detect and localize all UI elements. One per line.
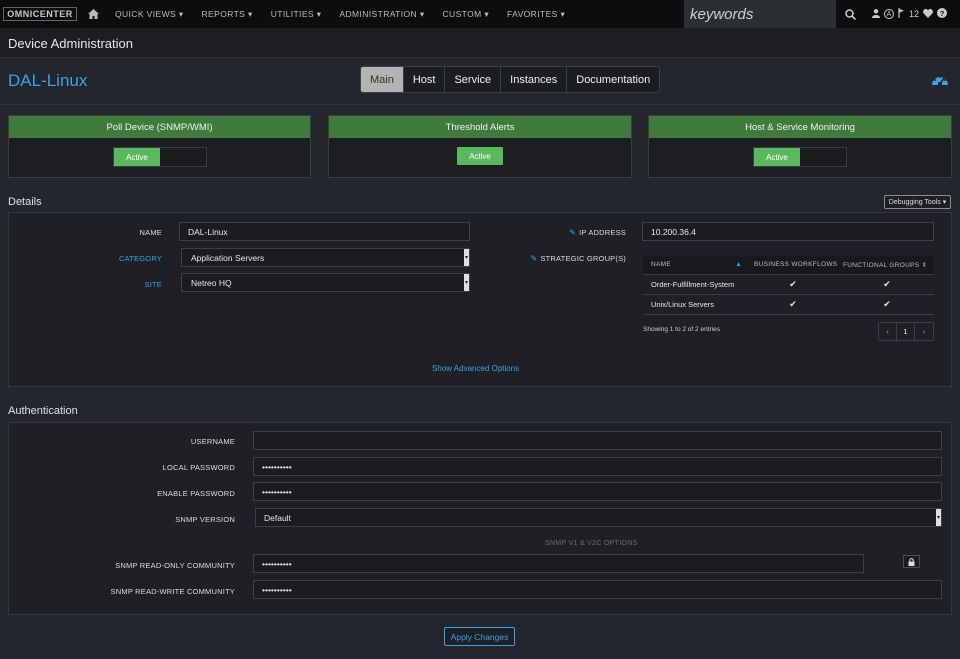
local-password-field[interactable]: •••••••••• [253, 457, 942, 476]
nav-reports[interactable]: REPORTS ▾ [193, 9, 262, 20]
check-icon: ✔ [746, 274, 840, 295]
threshold-alerts-state: Active [457, 147, 503, 165]
user-icon[interactable] [872, 8, 880, 20]
chevron-down-icon: ▾ [936, 509, 941, 526]
device-name-title: DAL-Linux [8, 71, 88, 90]
strategic-groups-label[interactable]: ✎ STRATEGIC GROUP(S) [520, 254, 626, 263]
threshold-alerts-panel: Threshold Alerts Active [328, 115, 632, 178]
pagination-next[interactable]: › [915, 323, 933, 340]
home-icon[interactable] [80, 9, 106, 19]
edit-icon[interactable]: ✎ [569, 228, 576, 237]
username-field[interactable] [253, 431, 942, 450]
lock-icon[interactable] [903, 555, 920, 568]
snmp-version-value: Default [264, 512, 291, 523]
tab-documentation[interactable]: Documentation [567, 67, 660, 92]
show-advanced-options-link[interactable]: Show Advanced Options [432, 364, 519, 373]
host-service-monitoring-title: Host & Service Monitoring [649, 116, 951, 138]
column-header-functional-groups[interactable]: FUNCTIONAL GROUPS ⬍ [840, 256, 934, 275]
svg-text:?: ? [940, 9, 945, 18]
chevron-down-icon: ▾ [464, 249, 469, 266]
check-icon: ✔ [746, 294, 840, 315]
name-label: NAME [139, 228, 162, 237]
debugging-tools-button[interactable]: Debugging Tools ▾ [884, 195, 951, 209]
enable-password-field[interactable]: •••••••••• [253, 482, 942, 501]
nav-favorites[interactable]: FAVORITES ▾ [498, 9, 574, 20]
search-input[interactable] [690, 5, 830, 23]
chevron-down-icon: ▾ [464, 274, 469, 291]
local-password-label: LOCAL PASSWORD [162, 463, 235, 472]
snmp-options-heading: SNMP V1 & V2C OPTIONS [545, 540, 638, 547]
nav-utilities[interactable]: UTILITIES ▾ [262, 9, 331, 20]
enable-password-label: ENABLE PASSWORD [157, 489, 235, 498]
host-service-monitoring-toggle[interactable]: Active [753, 147, 847, 167]
tab-service[interactable]: Service [445, 67, 502, 92]
help-icon[interactable]: ? [937, 8, 948, 20]
strategic-groups-table: NAME ▲ BUSINESS WORKFLOWS FUNCTIONAL GROU… [643, 256, 934, 315]
table-row: Order-Fulfillment-System ✔ ✔ [643, 274, 934, 295]
sort-asc-icon: ▲ [735, 261, 742, 269]
host-service-monitoring-panel: Host & Service Monitoring Active [648, 115, 952, 178]
column-header-name[interactable]: NAME ▲ [643, 256, 746, 275]
search-box [684, 0, 836, 28]
dashboard-icon[interactable] [931, 72, 949, 88]
snmp-ro-community-field[interactable]: •••••••••• [253, 554, 864, 573]
alert-count[interactable]: 12 [909, 9, 919, 19]
poll-device-toggle[interactable]: Active [113, 147, 207, 167]
tab-instances[interactable]: Instances [501, 67, 568, 92]
pagination-prev[interactable]: ‹ [879, 323, 897, 340]
pagination: ‹ 1 › [878, 322, 934, 341]
device-tabs: Main Host Service Instances Documentatio… [360, 66, 661, 93]
category-select[interactable]: Application Servers ▾ [181, 248, 470, 267]
group-name[interactable]: Order-Fulfillment-System [643, 274, 746, 295]
search-icon[interactable] [838, 0, 862, 28]
authentication-heading: Authentication [8, 405, 78, 417]
threshold-alerts-toggle[interactable]: Active [457, 147, 503, 167]
site-select[interactable]: Netreo HQ ▾ [181, 273, 470, 292]
check-icon: ✔ [840, 274, 934, 295]
threshold-alerts-title: Threshold Alerts [329, 116, 631, 138]
check-icon: ✔ [840, 294, 934, 315]
site-label[interactable]: SITE [100, 280, 162, 289]
flag-icon[interactable] [898, 8, 905, 20]
toggle-off-half [160, 148, 206, 166]
snmp-ro-community-label: SNMP READ-ONLY COMMUNITY [115, 561, 235, 570]
poll-device-state: Active [114, 148, 160, 166]
snmp-version-label: SNMP VERSION [175, 515, 235, 524]
poll-device-title: Poll Device (SNMP/WMI) [9, 116, 310, 138]
host-service-monitoring-state: Active [754, 148, 800, 166]
sort-icon: ⬍ [919, 261, 928, 269]
poll-device-panel: Poll Device (SNMP/WMI) Active [8, 115, 311, 178]
user-badge[interactable]: A [884, 9, 894, 19]
table-row: Unix/Linux Servers ✔ ✔ [643, 294, 934, 315]
snmp-rw-community-label: SNMP READ-WRITE COMMUNITY [110, 587, 235, 596]
snmp-rw-community-field[interactable]: •••••••••• [253, 580, 942, 599]
username-label: USERNAME [190, 437, 235, 446]
tab-main[interactable]: Main [361, 67, 404, 92]
header-divider [0, 104, 960, 105]
category-value: Application Servers [191, 252, 265, 263]
heart-icon[interactable] [923, 8, 933, 20]
ip-address-label[interactable]: ✎ IP ADDRESS [540, 228, 626, 237]
apply-changes-button[interactable]: Apply Changes [444, 627, 515, 646]
toggle-off-half [800, 148, 846, 166]
nav-user-tools: A 12 ? [872, 0, 948, 28]
page-header: Device Administration [0, 28, 960, 58]
group-name[interactable]: Unix/Linux Servers [643, 294, 746, 315]
pagination-page-1[interactable]: 1 [897, 323, 915, 340]
name-field[interactable]: DAL-Linux [179, 222, 470, 241]
snmp-version-select[interactable]: Default ▾ [255, 508, 942, 527]
details-heading: Details [8, 196, 42, 208]
table-info: Showing 1 to 2 of 2 entries [643, 326, 720, 333]
nav-administration[interactable]: ADMINISTRATION ▾ [330, 9, 433, 20]
column-header-business-workflows[interactable]: BUSINESS WORKFLOWS [746, 256, 840, 275]
page-title: Device Administration [8, 36, 133, 51]
tab-host[interactable]: Host [403, 67, 446, 92]
nav-custom[interactable]: CUSTOM ▾ [434, 9, 499, 20]
site-value: Netreo HQ [191, 277, 232, 288]
ip-address-field[interactable]: 10.200.36.4 [642, 222, 934, 241]
omnicenter-logo[interactable]: OMNICENTER [0, 0, 80, 28]
edit-icon[interactable]: ✎ [531, 254, 538, 263]
nav-quick-views[interactable]: QUICK VIEWS ▾ [106, 9, 193, 20]
category-label[interactable]: CATEGORY [100, 254, 162, 263]
